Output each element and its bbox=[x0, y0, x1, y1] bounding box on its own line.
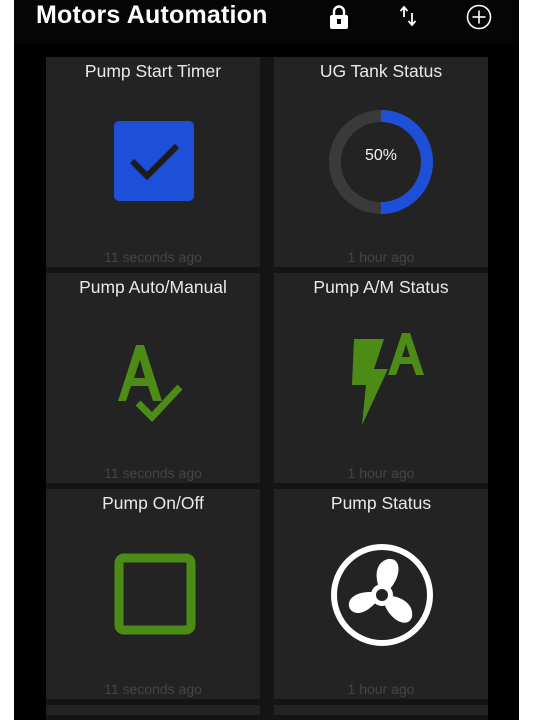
checkbox-unchecked-icon[interactable] bbox=[114, 553, 196, 640]
top-app-bar: Motors Automation bbox=[14, 0, 519, 44]
tile-title: Pump Start Timer bbox=[84, 61, 222, 81]
checkbox-checked-icon[interactable] bbox=[114, 121, 194, 206]
lock-icon[interactable] bbox=[328, 4, 350, 35]
app-title: Motors Automation bbox=[36, 1, 268, 29]
tile-timestamp: 1 hour ago bbox=[347, 465, 415, 481]
tile-ug-tank-status[interactable]: UG Tank Status 50% 1 hour ago bbox=[274, 57, 488, 267]
tile-pump-start-timer[interactable]: Pump Start Timer 11 seconds ago bbox=[46, 57, 260, 267]
next-tile-edge bbox=[46, 705, 260, 715]
gauge-value: 50% bbox=[364, 147, 398, 164]
lightning-a-icon bbox=[344, 327, 432, 432]
tile-pump-am-status[interactable]: Pump A/M Status 1 hour ago bbox=[274, 273, 488, 483]
next-tile-edge bbox=[274, 705, 488, 715]
fan-icon bbox=[328, 541, 436, 654]
tile-timestamp: 11 seconds ago bbox=[104, 249, 202, 265]
app-screen: Motors Automation Pump Start Timer 11 se… bbox=[14, 0, 519, 720]
auto-check-icon[interactable] bbox=[114, 335, 206, 432]
tile-timestamp: 1 hour ago bbox=[347, 681, 415, 697]
tile-timestamp: 1 hour ago bbox=[347, 249, 415, 265]
tile-title: Pump Auto/Manual bbox=[79, 277, 227, 297]
tile-timestamp: 11 seconds ago bbox=[104, 681, 202, 697]
tile-title: Pump Status bbox=[330, 493, 432, 513]
tank-level-gauge: 50% bbox=[328, 109, 434, 215]
tile-pump-status[interactable]: Pump Status 1 hour ago bbox=[274, 489, 488, 699]
sort-arrows-icon[interactable] bbox=[399, 4, 419, 35]
widget-grid: Pump Start Timer 11 seconds ago UG Tank … bbox=[46, 57, 488, 720]
tile-title: UG Tank Status bbox=[319, 61, 443, 81]
tile-timestamp: 11 seconds ago bbox=[104, 465, 202, 481]
tile-pump-auto-manual[interactable]: Pump Auto/Manual 11 seconds ago bbox=[46, 273, 260, 483]
tile-title: Pump On/Off bbox=[102, 493, 204, 513]
add-circle-icon[interactable] bbox=[465, 4, 493, 37]
tile-title: Pump A/M Status bbox=[313, 277, 449, 297]
tile-pump-on-off[interactable]: Pump On/Off 11 seconds ago bbox=[46, 489, 260, 699]
